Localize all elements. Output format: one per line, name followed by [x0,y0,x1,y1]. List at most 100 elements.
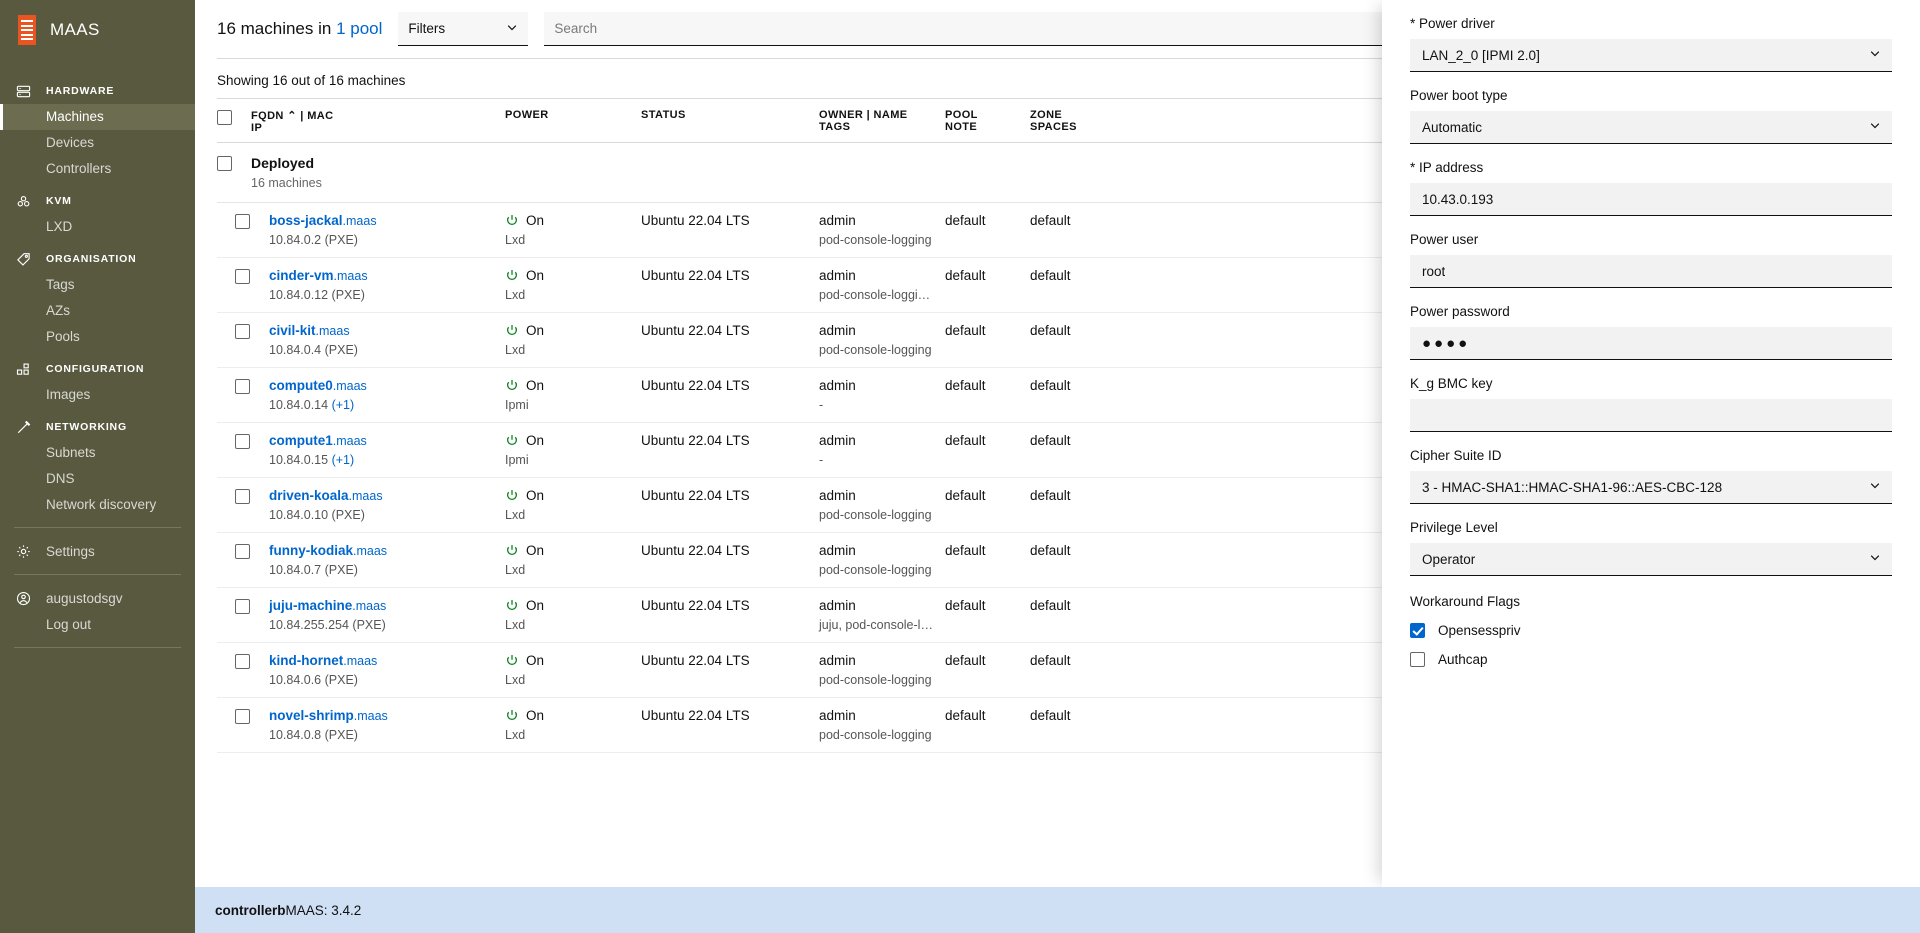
row-checkbox[interactable] [235,543,269,559]
checkbox-opensesspriv[interactable]: Opensesspriv [1410,609,1892,638]
column-status[interactable]: STATUS [641,109,819,121]
group-name: Deployed [251,155,315,171]
sidebar-item-dns[interactable]: DNS [0,466,195,492]
column-zone[interactable]: ZONE SPACES [1030,109,1122,133]
sidebar-divider-3 [14,647,181,648]
select-all-checkbox[interactable] [217,109,251,125]
network-icon [16,420,46,435]
sidebar-divider-2 [14,574,181,575]
row-tags: juju, pod-console-l… [819,618,933,632]
tag-icon [16,252,46,267]
input-privilege_level[interactable]: Operator [1410,543,1892,576]
sidebar-item-account[interactable]: augustodsgv [0,584,195,612]
sidebar-item-machines[interactable]: Machines [0,104,195,130]
power-on-icon [505,599,519,613]
row-pool: default [945,323,986,338]
sidebar-item-logout[interactable]: Log out [0,612,195,638]
row-checkbox[interactable] [235,708,269,724]
machine-link[interactable]: boss-jackal.maas [269,213,377,228]
row-power: On Lxd [505,653,641,687]
input-ip_address[interactable]: 10.43.0.193 [1410,183,1892,216]
sidebar-group-configuration: CONFIGURATION Images [0,356,195,408]
pool-link[interactable]: 1 pool [336,19,382,38]
row-checkbox[interactable] [235,433,269,449]
power-state-label: On [526,708,545,723]
row-tags: pod-console-logging [819,233,932,247]
sidebar-item-images[interactable]: Images [0,382,195,408]
machine-link[interactable]: compute1.maas [269,433,367,448]
row-zone: default [1030,598,1071,613]
images-icon [16,362,46,377]
input-power_driver[interactable]: LAN_2_0 [IPMI 2.0] [1410,39,1892,72]
row-status: Ubuntu 22.04 LTS [641,213,750,228]
power-type: Lxd [505,563,526,577]
row-checkbox[interactable] [235,323,269,339]
input-kg_bmc_key[interactable] [1410,399,1892,432]
column-owner[interactable]: OWNER | NAME TAGS [819,109,945,133]
sidebar-item-network-discovery[interactable]: Network discovery [0,492,195,518]
sidebar-section-label: HARDWARE [46,85,115,97]
power-state-label: On [526,653,545,668]
gear-icon [16,544,46,559]
power-state: On [505,268,641,283]
row-pool: default [945,488,986,503]
sidebar: MAAS HARDWARE Machines Devices Controlle… [0,0,195,933]
machine-link[interactable]: driven-koala.maas [269,488,383,503]
group-select-checkbox[interactable] [217,155,251,174]
brand-name: MAAS [50,20,100,39]
row-checkbox[interactable] [235,268,269,284]
label-power_user: Power user [1410,232,1479,247]
row-checkbox[interactable] [235,488,269,504]
value-power_driver: LAN_2_0 [IPMI 2.0] [1422,47,1540,63]
sidebar-item-lxd[interactable]: LXD [0,214,195,240]
sidebar-section-label: ORGANISATION [46,253,137,265]
machine-link[interactable]: cinder-vm.maas [269,268,368,283]
machine-link[interactable]: civil-kit.maas [269,323,350,338]
machine-link[interactable]: juju-machine.maas [269,598,386,613]
machine-link[interactable]: kind-hornet.maas [269,653,377,668]
brand[interactable]: MAAS [0,0,195,60]
row-checkbox[interactable] [235,653,269,669]
row-fqdn: funny-kodiak.maas 10.84.0.7 (PXE) [269,543,505,577]
column-pool[interactable]: POOL NOTE [945,109,1030,133]
authcap-checkbox[interactable] [1410,652,1425,667]
row-zone: default [1030,488,1071,503]
column-fqdn[interactable]: FQDN ⌃ | MAC IP [251,109,505,134]
power-state-label: On [526,488,545,503]
row-zone: default [1030,543,1071,558]
input-power_boot_type[interactable]: Automatic [1410,111,1892,144]
sidebar-item-devices[interactable]: Devices [0,130,195,156]
column-power[interactable]: POWER [505,109,641,121]
sidebar-item-controllers[interactable]: Controllers [0,156,195,182]
sidebar-item-tags[interactable]: Tags [0,272,195,298]
label-kg_bmc_key: K_g BMC key [1410,376,1493,391]
filters-dropdown[interactable]: Filters [398,12,529,46]
row-checkbox[interactable] [235,598,269,614]
power-state: On [505,433,641,448]
row-owner: admin pod-console-loggi… [819,268,945,302]
column-zone-label: ZONE [1030,109,1063,121]
machine-link[interactable]: funny-kodiak.maas [269,543,387,558]
kvm-icon [16,194,46,209]
column-pool-label: POOL [945,109,978,121]
machine-link[interactable]: novel-shrimp.maas [269,708,388,723]
row-power: On Ipmi [505,378,641,412]
sidebar-item-azs[interactable]: AZs [0,298,195,324]
input-power_user[interactable]: root [1410,255,1892,288]
sidebar-item-settings[interactable]: Settings [0,537,195,565]
machine-link[interactable]: compute0.maas [269,378,367,393]
sidebar-item-pools[interactable]: Pools [0,324,195,350]
row-ip-extra[interactable]: (+1) [332,398,355,412]
checkbox-authcap[interactable]: Authcap [1410,638,1892,667]
row-fqdn: driven-koala.maas 10.84.0.10 (PXE) [269,488,505,522]
opensesspriv-checkbox[interactable] [1410,623,1425,638]
sidebar-item-subnets[interactable]: Subnets [0,440,195,466]
row-pool: default [945,598,986,613]
row-status: Ubuntu 22.04 LTS [641,433,750,448]
row-checkbox[interactable] [235,378,269,394]
row-checkbox[interactable] [235,213,269,229]
input-cipher_suite_id[interactable]: 3 - HMAC-SHA1::HMAC-SHA1-96::AES-CBC-128 [1410,471,1892,504]
row-ip-extra[interactable]: (+1) [332,453,355,467]
input-power_password[interactable]: ●●●● [1410,327,1892,360]
power-state-label: On [526,378,545,393]
